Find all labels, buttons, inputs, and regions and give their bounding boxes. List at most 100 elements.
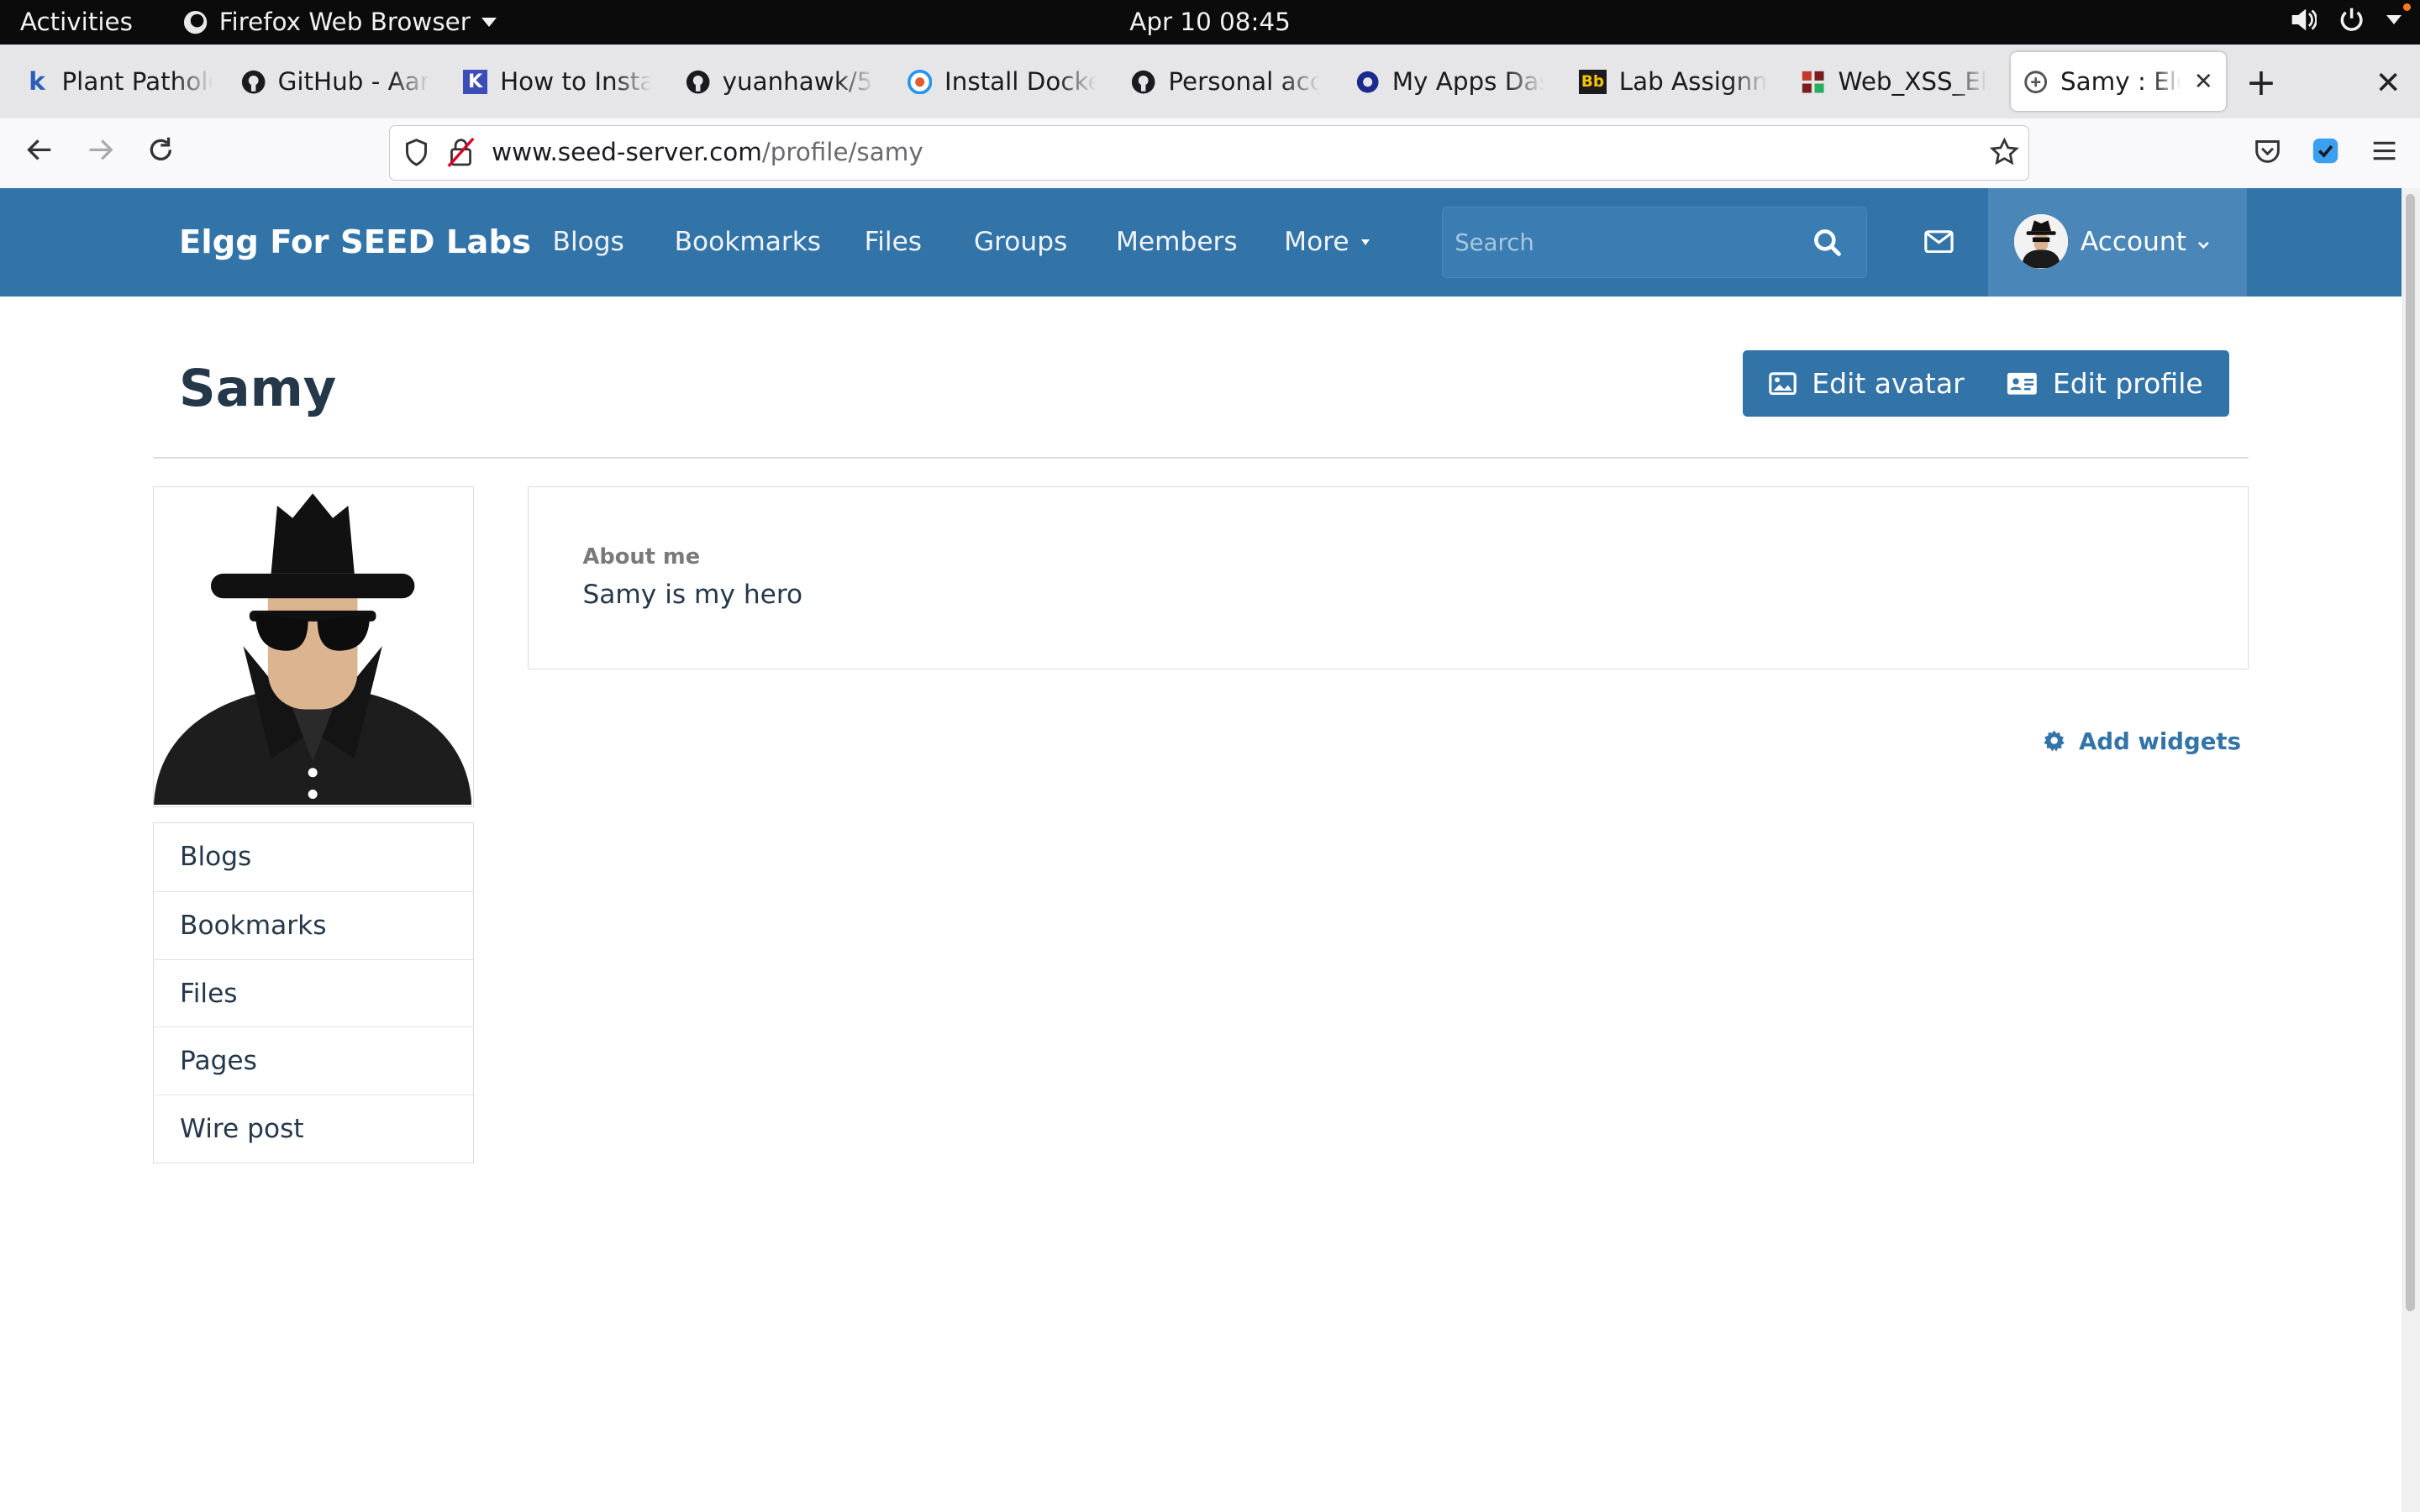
k-square-icon: K [463, 69, 488, 94]
nav-groups[interactable]: Groups [974, 227, 1067, 257]
search-input[interactable]: Search [1441, 207, 1868, 278]
tab-label: Web_XSS_El [1838, 67, 1988, 97]
pocket-icon[interactable] [2254, 137, 2281, 165]
nav-blogs[interactable]: Blogs [553, 227, 624, 257]
tab-label: yuanhawk/50 [722, 67, 874, 97]
page-title: Samy [179, 359, 337, 418]
grid-icon [1801, 70, 1825, 94]
scrollbar-thumb[interactable] [2406, 194, 2416, 1312]
arrow-left-icon [27, 139, 51, 160]
tab-label: My Apps Dash [1392, 67, 1544, 97]
profile-owner-menu: Blogs Bookmarks Files Pages Wire post [152, 822, 474, 1164]
browser-tab[interactable]: Bb Lab Assignme [1566, 52, 1779, 111]
page-scrollbar[interactable] [2401, 188, 2420, 1512]
extension-icon[interactable] [2312, 137, 2339, 165]
browser-tab[interactable]: Personal acce [1119, 52, 1332, 111]
new-tab-button[interactable]: + [2245, 61, 2276, 104]
header-divider [152, 456, 2249, 459]
nav-files[interactable]: Files [865, 227, 923, 257]
tab-label: Plant Patholo [61, 67, 213, 97]
notification-dot [2402, 3, 2411, 11]
github-icon [1131, 70, 1155, 94]
url-host: www.seed-server.com [492, 138, 762, 167]
elgg-icon [2023, 70, 2048, 94]
about-me-label: About me [582, 543, 701, 570]
chevron-down-icon [2386, 15, 2402, 25]
add-widgets-label: Add widgets [2079, 727, 2241, 755]
reload-icon [150, 137, 171, 160]
docker-icon [907, 69, 933, 94]
site-header: Elgg For SEED Labs Blogs Bookmarks Files… [0, 188, 2402, 297]
edit-profile-button[interactable]: Edit profile [1980, 349, 2229, 417]
browser-tab[interactable]: Install Docker [895, 52, 1107, 111]
tab-strip: k Plant Patholo GitHub - Aaro K How to I… [0, 45, 2420, 119]
arrow-right-icon [89, 139, 113, 160]
edit-avatar-button[interactable]: Edit avatar [1742, 349, 1991, 417]
url-path: /profile/samy [761, 138, 923, 167]
add-widgets-button[interactable]: Add widgets [2042, 728, 2241, 755]
tab-label: Install Docker [944, 67, 1096, 97]
browser-tab[interactable]: Web_XSS_El [1789, 52, 2002, 111]
window-close-button[interactable]: ✕ [2375, 65, 2402, 101]
owner-menu-files[interactable]: Files [153, 958, 473, 1027]
forward-button[interactable] [85, 134, 116, 173]
account-menu[interactable]: Account [1987, 188, 2248, 297]
browser-tab[interactable]: yuanhawk/50 [673, 52, 886, 111]
profile-avatar[interactable] [152, 486, 474, 807]
nav-more-label: More [1284, 226, 1349, 257]
url-bar[interactable]: www.seed-server.com/profile/samy [388, 124, 2030, 181]
hamburger-menu-icon[interactable] [2370, 137, 2398, 165]
volume-icon [2291, 9, 2317, 31]
chevron-down-icon [1361, 239, 1370, 246]
owner-menu-pages[interactable]: Pages [153, 1026, 473, 1095]
envelope-icon[interactable] [1924, 229, 1954, 254]
tab-label: Personal acce [1168, 67, 1319, 97]
browser-tab-active[interactable]: Samy : Elgg ✕ [2011, 52, 2226, 112]
avatar [2013, 214, 2069, 269]
search-placeholder: Search [1455, 228, 1534, 256]
nav-members[interactable]: Members [1116, 227, 1238, 257]
blackboard-icon: Bb [1578, 69, 1607, 94]
reload-button[interactable] [145, 134, 176, 173]
owner-menu-bookmarks[interactable]: Bookmarks [153, 890, 473, 959]
close-tab-icon[interactable]: ✕ [2194, 68, 2213, 95]
clock[interactable]: Apr 10 08:45 [0, 8, 2420, 36]
toolbar-icons [2254, 137, 2399, 165]
about-me-value: Samy is my hero [582, 579, 803, 610]
tab-label: How to Install [500, 67, 651, 97]
tab-label: Samy : Elgg [2060, 67, 2181, 97]
gear-icon [2044, 730, 2065, 752]
nav-more[interactable]: More [1284, 227, 1370, 257]
owner-menu-wire-post[interactable]: Wire post [153, 1095, 473, 1163]
browser-tab[interactable]: GitHub - Aaro [229, 52, 441, 111]
chevron-down-icon [2198, 241, 2210, 249]
browser-tab[interactable]: My Apps Dash [1343, 52, 1555, 111]
owner-menu-blogs[interactable]: Blogs [154, 823, 473, 891]
tab-label: Lab Assignme [1618, 67, 1767, 97]
account-label: Account [2080, 226, 2186, 257]
search-icon[interactable] [1812, 228, 1842, 257]
browser-tab[interactable]: K How to Install [450, 52, 663, 111]
system-tray[interactable] [2289, 6, 2402, 34]
system-top-bar: Activities Firefox Web Browser Apr 10 08… [0, 0, 2420, 45]
image-icon [1769, 371, 1797, 395]
github-icon [686, 70, 710, 94]
site-brand[interactable]: Elgg For SEED Labs [179, 223, 531, 261]
github-icon [241, 70, 266, 94]
back-button[interactable] [24, 134, 55, 173]
edit-avatar-label: Edit avatar [1812, 366, 1965, 400]
navigation-bar: www.seed-server.com/profile/samy [0, 118, 2420, 190]
edit-profile-label: Edit profile [2052, 366, 2203, 400]
about-me-panel: About me Samy is my hero [528, 486, 2249, 670]
k-icon: k [29, 67, 45, 97]
okta-icon [1355, 70, 1380, 94]
star-icon[interactable] [1989, 137, 2020, 168]
power-icon [2340, 8, 2363, 32]
shield-icon [405, 138, 427, 166]
nav-bookmarks[interactable]: Bookmarks [675, 227, 821, 257]
spy-avatar-image [153, 486, 472, 805]
insecure-lock-icon [447, 137, 475, 167]
tab-label: GitHub - Aaro [277, 67, 429, 97]
url-text: www.seed-server.com/profile/samy [492, 138, 923, 166]
browser-tab[interactable]: k Plant Patholo [13, 52, 225, 111]
